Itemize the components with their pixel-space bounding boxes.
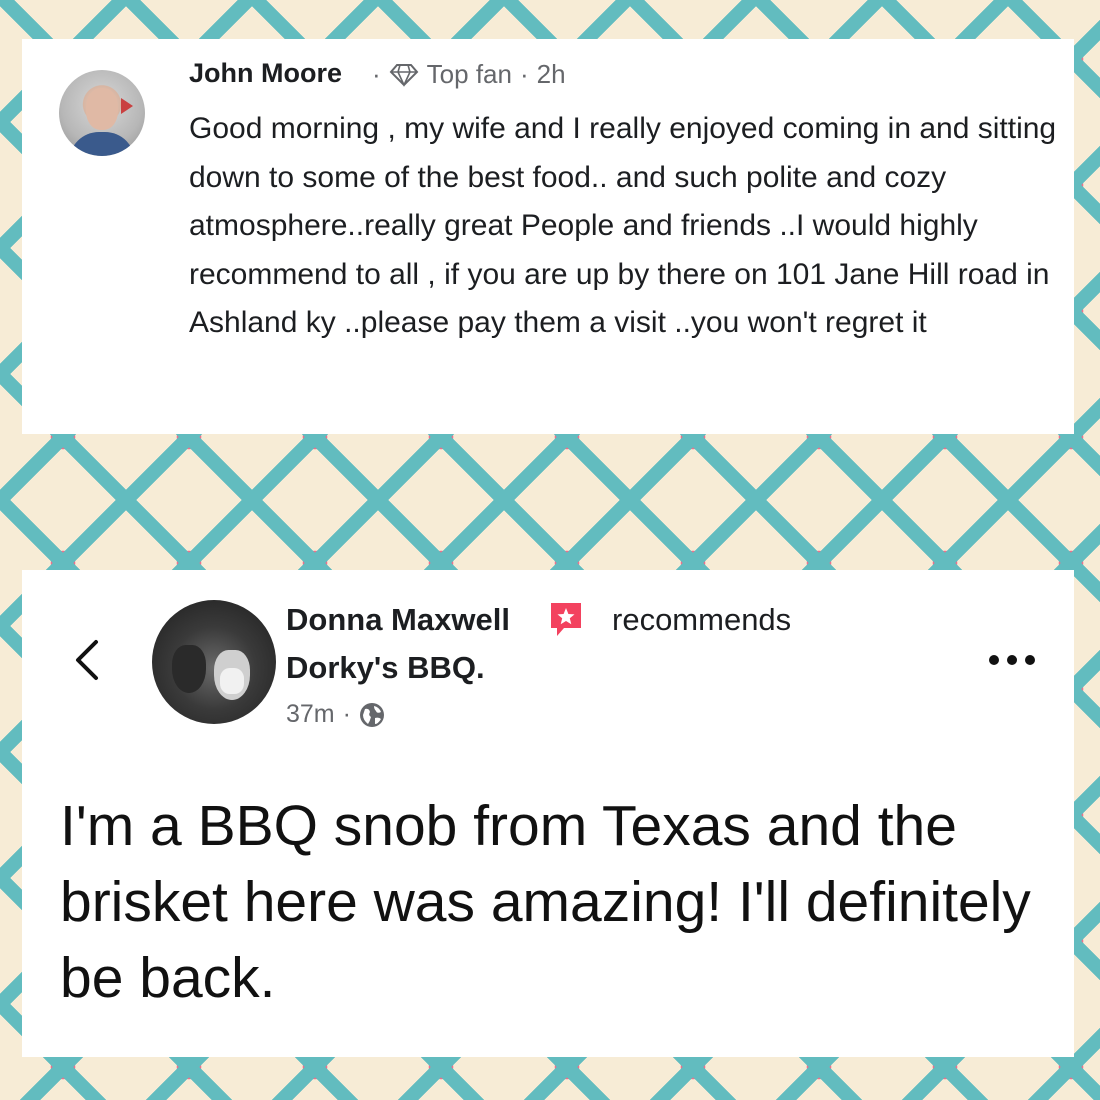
diamond-icon <box>389 63 419 87</box>
business-name[interactable]: Dorky's BBQ. <box>286 650 485 686</box>
post-meta: 37m · <box>286 700 385 729</box>
separator-dot: · <box>372 59 381 89</box>
avatar-face <box>86 88 118 130</box>
separator-dot: · <box>519 59 529 89</box>
avatar-shirt <box>69 132 135 156</box>
avatar-john-moore[interactable] <box>59 70 145 156</box>
avatar-donna-maxwell[interactable] <box>152 600 276 724</box>
separator-dot: · <box>342 700 351 728</box>
avatar-cow-light <box>214 650 250 700</box>
author-name[interactable]: John Moore <box>189 58 342 89</box>
recommends-label: recommends <box>612 602 792 637</box>
avatar-cow-face <box>220 668 244 694</box>
avatar-background-flag <box>121 98 133 114</box>
review-text: I'm a BBQ snob from Texas and the briske… <box>60 794 1031 1010</box>
top-fan-badge: Top fan <box>426 59 512 89</box>
review-card-donna: Donna Maxwell recommends Dorky's BBQ. 37… <box>22 570 1074 1057</box>
author-meta: · Top fan · 2h <box>372 59 566 90</box>
post-time: 37m <box>286 700 335 728</box>
recommend-star-icon <box>551 603 581 636</box>
post-time: 2h <box>536 59 566 89</box>
review-card-john: John Moore · Top fan · 2h Good morning ,… <box>22 39 1074 434</box>
avatar-cow-dark <box>172 645 206 693</box>
globe-icon <box>359 702 384 727</box>
author-name[interactable]: Donna Maxwell <box>286 602 510 638</box>
more-options-icon[interactable] <box>986 652 1038 668</box>
review-text: Good morning , my wife and I really enjo… <box>189 112 1057 339</box>
chevron-left-icon[interactable] <box>70 638 106 682</box>
